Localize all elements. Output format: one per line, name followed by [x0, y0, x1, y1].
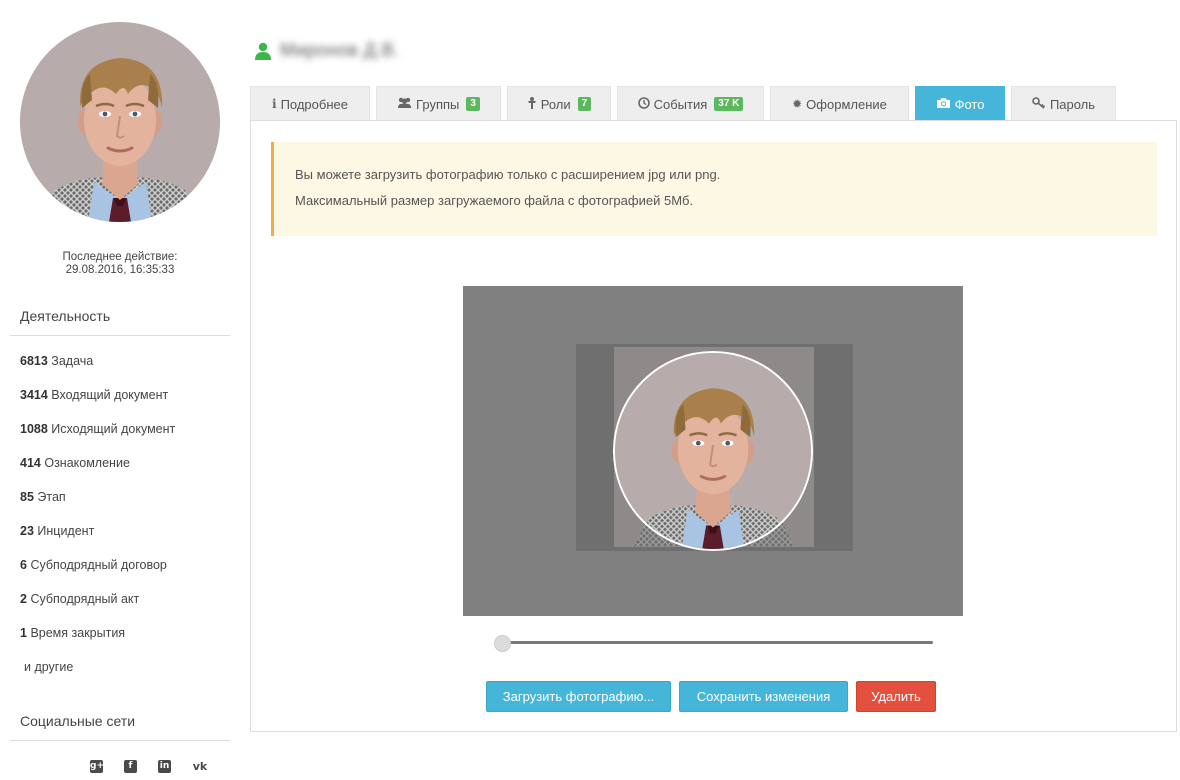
tab-groups[interactable]: Группы 3 — [376, 86, 501, 121]
role-icon — [527, 96, 537, 112]
user-name: Миронов Д.В. — [280, 40, 400, 60]
social-title: Социальные сети — [20, 713, 136, 729]
tab-roles[interactable]: Роли 7 — [507, 86, 611, 121]
camera-icon — [936, 97, 951, 112]
activity-count: 6 — [20, 558, 27, 572]
activity-label: Исходящий документ — [51, 422, 176, 436]
activity-item[interactable]: 3414 Входящий документ — [20, 388, 235, 422]
activity-more-link[interactable]: и другие — [20, 660, 235, 694]
user-icon — [255, 42, 271, 60]
photo-crop-area[interactable] — [463, 286, 963, 616]
delete-photo-button[interactable]: Удалить — [856, 681, 936, 712]
events-count-badge: 37 K — [714, 97, 744, 111]
activity-title: Деятельность — [20, 308, 111, 324]
tab-appearance[interactable]: ✹ Оформление — [770, 86, 909, 121]
activity-label: Задача — [51, 354, 94, 368]
activity-item[interactable]: 1088 Исходящий документ — [20, 422, 235, 456]
social-divider — [10, 740, 230, 741]
zoom-slider[interactable] — [494, 635, 933, 652]
profile-sidebar: Последнее действие: 29.08.2016, 16:35:33… — [0, 0, 240, 780]
activity-count: 2 — [20, 592, 27, 606]
notice-extension: Вы можете загрузить фотографию только с … — [295, 167, 721, 182]
vk-icon[interactable]: vk — [192, 760, 208, 773]
last-action-time: 29.08.2016, 16:35:33 — [65, 264, 175, 276]
activity-count: 1 — [20, 626, 27, 640]
photo-panel: Вы можете загрузить фотографию только с … — [250, 120, 1177, 732]
activity-label: Субподрядный акт — [30, 592, 140, 606]
notice-size: Максимальный размер загружаемого файла с… — [295, 193, 694, 208]
zoom-slider-thumb[interactable] — [494, 635, 511, 652]
activity-label: Ознакомление — [44, 456, 130, 470]
google-plus-icon[interactable]: g+ — [90, 760, 104, 773]
linkedin-icon[interactable]: in — [158, 760, 171, 773]
activity-label: Инцидент — [37, 524, 95, 538]
activity-label: Время закрытия — [30, 626, 126, 640]
upload-notice: Вы можете загрузить фотографию только с … — [271, 142, 1157, 236]
tab-photo[interactable]: Фото — [915, 86, 1005, 121]
activity-item[interactable]: 414 Ознакомление — [20, 456, 235, 490]
activity-label: Субподрядный договор — [30, 558, 167, 572]
profile-avatar — [20, 22, 220, 222]
tab-password[interactable]: Пароль — [1011, 86, 1116, 121]
clock-icon — [637, 96, 650, 112]
upload-photo-button[interactable]: Загрузить фотографию... — [486, 681, 671, 712]
activity-item[interactable]: 6813 Задача — [20, 354, 235, 388]
last-action-label: Последнее действие: — [62, 251, 178, 263]
activity-item[interactable]: 2 Субподрядный акт — [20, 592, 235, 626]
crop-selection-circle[interactable] — [613, 351, 813, 551]
social-links: g+ f in vk — [90, 760, 208, 773]
tab-label: Фото — [954, 96, 985, 112]
activity-item[interactable]: 1 Время закрытия — [20, 626, 235, 660]
activity-count: 85 — [20, 490, 34, 504]
tab-label: Группы — [416, 96, 460, 112]
users-icon — [397, 97, 412, 111]
activity-label: Этап — [37, 490, 66, 504]
tab-label: Пароль — [1049, 96, 1096, 112]
info-icon: i — [272, 97, 277, 111]
activity-item[interactable]: 6 Субподрядный договор — [20, 558, 235, 592]
activity-count: 414 — [20, 456, 41, 470]
activity-list: 6813 Задача 3414 Входящий документ 1088 … — [20, 354, 235, 694]
tab-label: Подробнее — [280, 96, 348, 112]
activity-divider — [10, 335, 230, 336]
tab-label: События — [653, 96, 708, 112]
tab-label: Роли — [540, 96, 571, 112]
tab-label: Оформление — [806, 96, 887, 112]
activity-label: Входящий документ — [51, 388, 169, 402]
save-changes-button[interactable]: Сохранить изменения — [679, 681, 848, 712]
facebook-icon[interactable]: f — [124, 760, 137, 773]
activity-count: 23 — [20, 524, 34, 538]
activity-count: 6813 — [20, 354, 48, 368]
activity-count: 3414 — [20, 388, 48, 402]
last-action-info: Последнее действие: 29.08.2016, 16:35:33 — [10, 251, 230, 277]
groups-count-badge: 3 — [466, 97, 480, 111]
gear-icon: ✹ — [792, 97, 803, 111]
key-icon — [1032, 96, 1046, 112]
tab-details[interactable]: i Подробнее — [250, 86, 370, 121]
tab-events[interactable]: События 37 K — [617, 86, 764, 121]
activity-count: 1088 — [20, 422, 48, 436]
zoom-slider-track[interactable] — [496, 641, 933, 644]
roles-count-badge: 7 — [577, 97, 592, 111]
activity-item[interactable]: 85 Этап — [20, 490, 235, 524]
activity-item[interactable]: 23 Инцидент — [20, 524, 235, 558]
